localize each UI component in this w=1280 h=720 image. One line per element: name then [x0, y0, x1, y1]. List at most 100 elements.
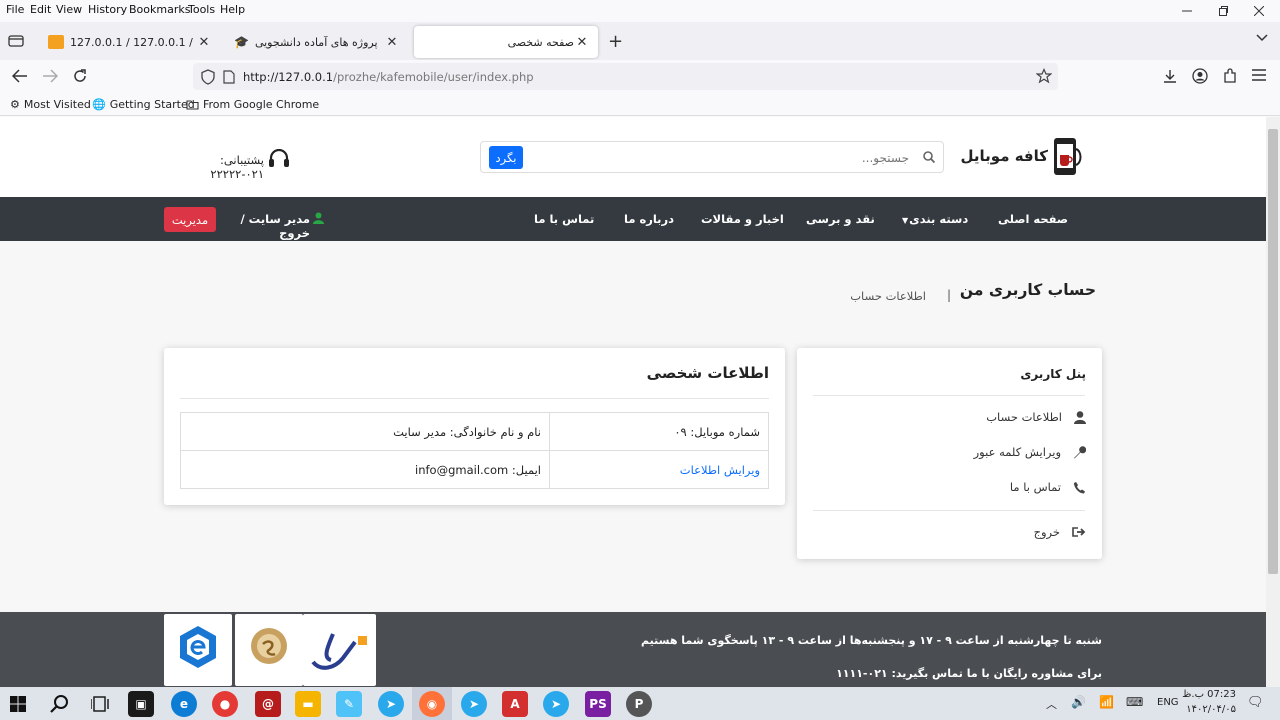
- admin-button[interactable]: مدیریت: [164, 207, 216, 232]
- menu-edit[interactable]: Edit: [30, 3, 51, 16]
- user-panel-card: پنل کاربری اطلاعات حساب ویرایش کلمه عبور…: [797, 348, 1102, 559]
- page-scrollbar[interactable]: [1266, 117, 1280, 687]
- user-icon: [1074, 410, 1086, 424]
- table-row: ایمیل: info@gmail.com ویرایش اطلاعات: [180, 450, 769, 489]
- tab-profile[interactable]: صفحه شخصی ✕: [414, 26, 598, 58]
- tab-phpmyadmin[interactable]: 127.0.0.1 / 127.0.0.1 / kafemobile ✕: [40, 26, 220, 58]
- telegram-icon[interactable]: ➤: [461, 691, 487, 717]
- maximize-button[interactable]: [1206, 0, 1240, 22]
- minimize-button[interactable]: [1170, 0, 1204, 22]
- search-icon[interactable]: [50, 694, 70, 714]
- panel-item-contact[interactable]: تماس با ما: [1010, 480, 1086, 494]
- headset-icon: [268, 149, 290, 169]
- speaker-icon[interactable]: 🔊: [1071, 695, 1086, 709]
- acrobat-icon[interactable]: A: [502, 691, 528, 717]
- nav-contact[interactable]: تماس با ما: [534, 212, 594, 226]
- telegram-icon[interactable]: ➤: [543, 691, 569, 717]
- edit-info-link[interactable]: ویرایش اطلاعات: [549, 450, 769, 489]
- reload-icon[interactable]: [72, 68, 88, 84]
- sign-out-icon: [1072, 527, 1086, 537]
- nav-user-logout[interactable]: مدیر سایت / خروج: [218, 212, 310, 240]
- close-window-button[interactable]: [1242, 0, 1276, 22]
- clock-time[interactable]: 07:23 ب.ظ: [1180, 689, 1236, 700]
- tab-list-icon[interactable]: [8, 33, 24, 47]
- caret-down-icon: ▼: [902, 216, 909, 225]
- bookmark-getting-started[interactable]: 🌐 Getting Started: [92, 98, 195, 111]
- chevron-down-icon[interactable]: [1256, 34, 1268, 42]
- site-logo-icon[interactable]: [1052, 137, 1084, 177]
- wifi-icon[interactable]: 📶: [1099, 695, 1114, 709]
- back-icon[interactable]: [12, 69, 28, 83]
- search-icon: [923, 151, 935, 163]
- phpstorm-icon[interactable]: PS: [585, 691, 611, 717]
- app-icon[interactable]: @: [255, 691, 281, 717]
- bookmark-most-visited[interactable]: ⚙ Most Visited: [10, 98, 91, 111]
- trust-badge-samandehi[interactable]: [164, 614, 232, 686]
- nav-home[interactable]: صفحه اصلی: [998, 212, 1068, 226]
- clock-date[interactable]: ۱۴۰۲/۰۴/۰۵: [1180, 704, 1236, 715]
- menu-bookmarks[interactable]: Bookmarks: [129, 3, 190, 16]
- tab-projects[interactable]: 🎓 پروژه های آماده دانشجویی ✕: [226, 26, 408, 58]
- chevron-up-icon[interactable]: ︿: [1046, 696, 1057, 712]
- divider: [180, 398, 769, 399]
- search-button[interactable]: بگرد: [489, 146, 523, 169]
- nav-reviews[interactable]: نقد و برسی: [806, 212, 875, 226]
- menu-history[interactable]: History: [88, 3, 127, 16]
- menu-bar: File Edit View History Bookmarks Tools H…: [0, 0, 1280, 20]
- close-icon[interactable]: ✕: [384, 35, 400, 50]
- chrome-icon[interactable]: ●: [212, 691, 238, 717]
- page-title: حساب کاربری من: [959, 281, 1096, 299]
- trust-badge-etehadieh[interactable]: [235, 614, 303, 686]
- store-icon[interactable]: ▣: [128, 691, 154, 717]
- language-indicator[interactable]: ENG: [1157, 697, 1179, 708]
- menu-view[interactable]: View: [56, 3, 82, 16]
- nav-news[interactable]: اخبار و مقالات: [701, 212, 784, 226]
- account-icon[interactable]: [1192, 68, 1208, 84]
- forward-icon[interactable]: [42, 69, 58, 83]
- footer-consult: برای مشاوره رایگان با ما تماس بگیرید: ۰۲…: [836, 667, 1102, 680]
- bookmark-star-icon[interactable]: [1036, 68, 1052, 84]
- panel-item-label: خروج: [1033, 525, 1060, 539]
- task-view-icon[interactable]: [91, 695, 109, 713]
- menu-help[interactable]: Help: [220, 3, 245, 16]
- panel-item-logout[interactable]: خروج: [1034, 525, 1086, 539]
- address-bar[interactable]: http://127.0.0.1/prozhe/kafemobile/user/…: [193, 63, 1058, 90]
- downloads-icon[interactable]: [1162, 68, 1178, 84]
- firefox-icon[interactable]: ◉: [419, 691, 445, 717]
- scrollbar-thumb[interactable]: [1268, 129, 1278, 574]
- menu-hamburger-icon[interactable]: [1252, 69, 1266, 81]
- trust-badge-enamad[interactable]: [303, 614, 376, 686]
- telegram-icon[interactable]: ➤: [378, 691, 404, 717]
- bookmarks-bar: ⚙ Most Visited 🌐 Getting Started From Goog…: [0, 94, 1280, 116]
- nav-about[interactable]: درباره ما: [624, 212, 674, 226]
- close-icon[interactable]: ✕: [196, 35, 212, 50]
- shield-icon[interactable]: [201, 69, 215, 85]
- edge-icon[interactable]: e: [171, 691, 197, 717]
- menu-file[interactable]: File: [6, 3, 24, 16]
- nav-categories[interactable]: دسته بندی▼: [902, 212, 968, 226]
- notepad-icon[interactable]: ✎: [336, 691, 362, 717]
- panel-item-account[interactable]: اطلاعات حساب: [986, 410, 1086, 424]
- info-cell-mobile: شماره موبایل: ۰۹: [549, 412, 769, 451]
- menu-tools[interactable]: Tools: [188, 3, 215, 16]
- keyboard-icon[interactable]: ⌨: [1126, 695, 1143, 709]
- main-nav: صفحه اصلی دسته بندی▼ نقد و برسی اخبار و …: [0, 197, 1266, 241]
- file-explorer-icon[interactable]: ▬: [295, 691, 321, 717]
- breadcrumb-current[interactable]: اطلاعات حساب: [836, 289, 926, 303]
- panel-item-label: اطلاعات حساب: [986, 410, 1062, 424]
- search-input[interactable]: [529, 146, 909, 169]
- bookmark-label: Most Visited: [23, 98, 91, 111]
- notification-icon[interactable]: 🗨: [1247, 695, 1264, 710]
- site-logo-text[interactable]: کافه موبایل: [960, 147, 1048, 165]
- bookmark-label: Getting Started: [109, 98, 195, 111]
- extensions-icon[interactable]: [1222, 68, 1238, 84]
- page-icon: [223, 70, 235, 84]
- tab-title: صفحه شخصی: [507, 35, 574, 49]
- close-icon[interactable]: ✕: [574, 35, 590, 50]
- windows-start-icon[interactable]: [10, 696, 26, 712]
- app-p-icon[interactable]: P: [626, 691, 652, 717]
- bookmark-from-chrome[interactable]: From Google Chrome: [186, 98, 319, 111]
- panel-item-label: تماس با ما: [1009, 480, 1061, 494]
- new-tab-icon[interactable]: +: [608, 31, 623, 52]
- panel-item-password[interactable]: ویرایش کلمه عبور: [974, 445, 1086, 459]
